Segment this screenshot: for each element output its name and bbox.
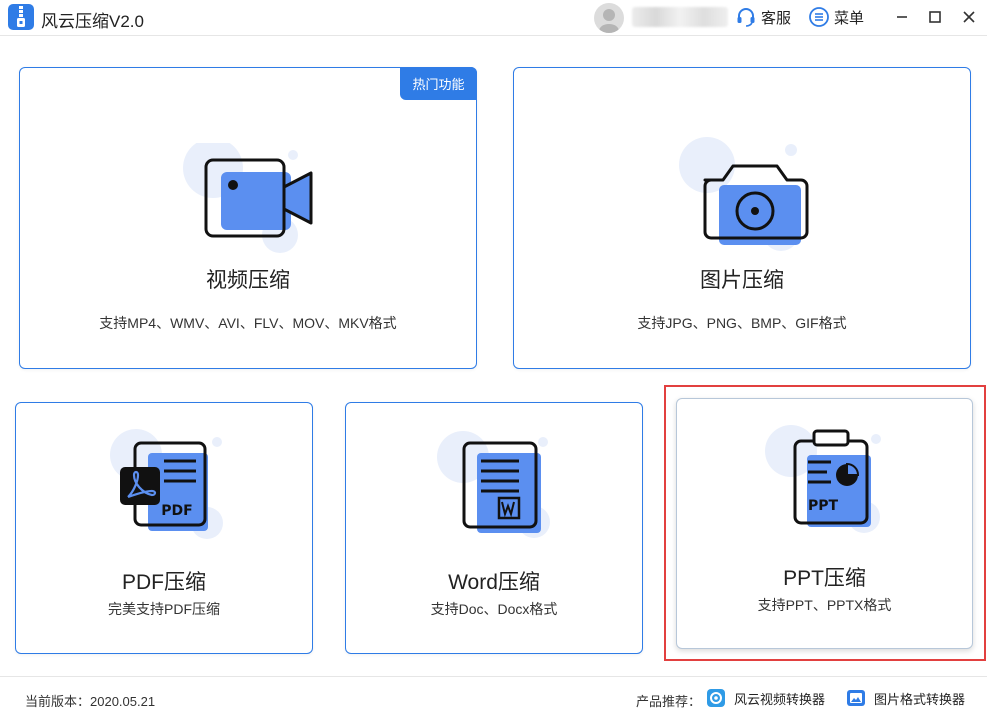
recommend-label: 产品推荐： xyxy=(636,694,702,709)
ppt-compress-card[interactable]: PPT PPT压缩 支持PPT、PPTX格式 xyxy=(676,398,973,649)
user-avatar-icon xyxy=(599,9,619,33)
ppt-clipboard-icon: PPT xyxy=(765,425,881,533)
word-compress-card[interactable]: Word压缩 支持Doc、Docx格式 xyxy=(345,402,643,654)
app-title: 风云压缩V2.0 xyxy=(41,12,144,31)
image-converter-link[interactable]: 图片格式转换器 xyxy=(846,688,965,708)
image-converter-label: 图片格式转换器 xyxy=(874,691,966,707)
pdf-compress-card[interactable]: PDF PDF压缩 完美支持PDF压缩 xyxy=(15,402,313,654)
video-camera-icon xyxy=(183,143,313,253)
hot-feature-badge: 热门功能 xyxy=(400,67,477,100)
menu-button[interactable]: 菜单 xyxy=(808,5,864,29)
pdf-document-icon: PDF xyxy=(110,429,223,539)
maximize-button[interactable] xyxy=(924,6,946,28)
menu-label: 菜单 xyxy=(834,9,865,27)
pdf-icon-text: PDF xyxy=(161,503,192,519)
pdf-compress-desc: 完美支持PDF压缩 xyxy=(108,601,220,617)
maximize-icon xyxy=(929,11,941,23)
minimize-button[interactable] xyxy=(891,6,913,28)
version-label: 当前版本：2020.05.21 xyxy=(25,694,156,709)
close-button[interactable] xyxy=(958,6,980,28)
camera-icon xyxy=(679,137,809,251)
minimize-icon xyxy=(897,16,907,18)
video-converter-link[interactable]: 风云视频转换器 xyxy=(706,688,825,708)
image-converter-icon xyxy=(847,690,865,706)
menu-icon xyxy=(809,7,829,27)
word-compress-title: Word压缩 xyxy=(448,571,540,594)
video-converter-label: 风云视频转换器 xyxy=(734,691,826,707)
image-compress-title: 图片压缩 xyxy=(700,269,784,292)
ppt-compress-desc: 支持PPT、PPTX格式 xyxy=(757,597,892,613)
app-logo-icon xyxy=(8,4,34,30)
ppt-icon-text: PPT xyxy=(808,498,839,514)
image-compress-card[interactable]: 图片压缩 支持JPG、PNG、BMP、GIF格式 xyxy=(513,67,971,369)
title-bar: 风云压缩V2.0 客服 菜单 xyxy=(0,0,987,36)
video-compress-card[interactable]: 热门功能 视频压缩 支持MP4、WMV、AVI、FLV、MOV、MKV格式 xyxy=(19,67,477,369)
user-avatar[interactable] xyxy=(594,3,624,33)
word-compress-desc: 支持Doc、Docx格式 xyxy=(430,601,558,617)
ppt-compress-title: PPT压缩 xyxy=(783,567,866,590)
customer-service-button[interactable]: 客服 xyxy=(735,5,791,29)
headset-icon xyxy=(737,8,755,27)
username-blurred[interactable] xyxy=(632,7,728,27)
image-compress-desc: 支持JPG、PNG、BMP、GIF格式 xyxy=(637,315,847,331)
customer-service-label: 客服 xyxy=(761,9,792,27)
video-compress-title: 视频压缩 xyxy=(206,269,290,292)
video-compress-desc: 支持MP4、WMV、AVI、FLV、MOV、MKV格式 xyxy=(99,315,397,331)
close-icon xyxy=(963,11,975,23)
pdf-compress-title: PDF压缩 xyxy=(122,571,206,594)
word-document-icon xyxy=(437,431,550,538)
footer-bar: 当前版本：2020.05.21 产品推荐： 风云视频转换器 图片格式转换器 xyxy=(0,676,987,720)
video-converter-icon xyxy=(707,689,725,707)
